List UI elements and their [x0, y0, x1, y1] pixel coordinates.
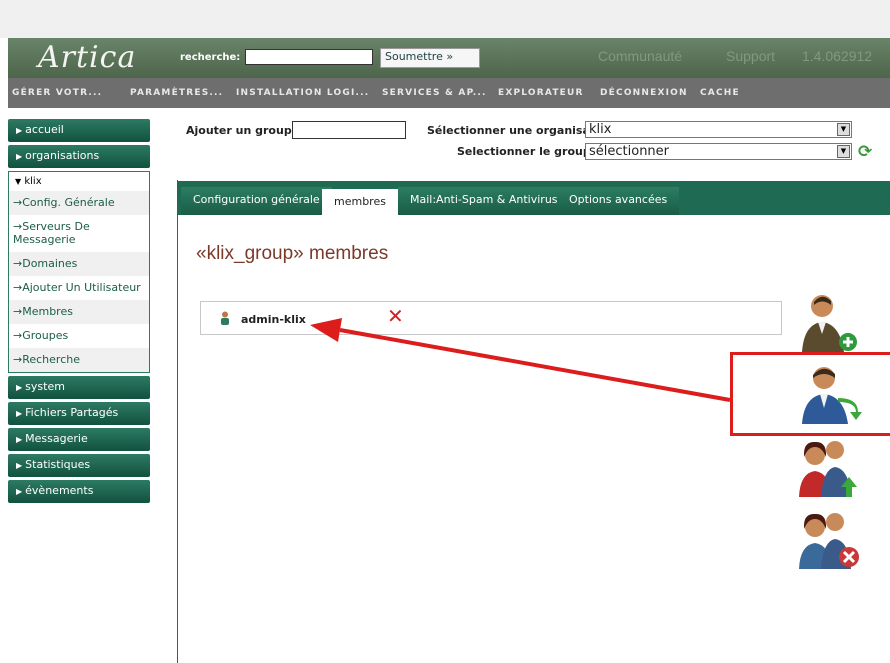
nav-install[interactable]: INSTALLATION LOGI...	[236, 88, 369, 98]
search-input[interactable]	[245, 49, 373, 65]
chevron-down-icon: ▼	[837, 145, 850, 158]
member-name[interactable]: admin-klix	[241, 313, 306, 326]
subitem-label: Membres	[22, 305, 73, 318]
subitem-label: Groupes	[22, 329, 69, 342]
sidebar-subitem-domains[interactable]: →Domaines	[9, 252, 149, 276]
highlight-box	[730, 352, 890, 436]
main-nav: GÉRER VOTR... PARAMÈTRES... INSTALLATION…	[8, 78, 890, 108]
nav-services[interactable]: SERVICES & AP...	[382, 88, 487, 98]
triangle-right-icon: ▶	[16, 487, 23, 496]
sidebar-item-system[interactable]: ▶ system	[8, 376, 150, 399]
nav-settings[interactable]: PARAMÈTRES...	[130, 88, 223, 98]
triangle-down-icon: ▼	[15, 177, 22, 186]
org-submenu-header[interactable]: ▼ klix	[9, 172, 149, 191]
sidebar-item-label: accueil	[25, 123, 64, 136]
nav-explorer[interactable]: EXPLORATEUR	[498, 88, 584, 98]
add-group-label: Ajouter un groupe:	[186, 124, 304, 137]
group-import-icon[interactable]	[797, 435, 863, 499]
organisation-select[interactable]: klix ▼	[585, 121, 852, 138]
tab-advanced-options[interactable]: Options avancées	[557, 187, 680, 215]
select-group-label: Selectionner le groupe:	[457, 145, 603, 158]
sidebar-subitem-config[interactable]: →Config. Générale	[9, 191, 149, 215]
sidebar-item-messaging[interactable]: ▶ Messagerie	[8, 428, 150, 451]
triangle-right-icon: ▶	[16, 383, 23, 392]
nav-logout[interactable]: DÉCONNEXION	[600, 88, 688, 98]
group-select[interactable]: sélectionner ▼	[585, 143, 852, 160]
support-link[interactable]: Support	[726, 48, 775, 64]
sidebar-item-label: Messagerie	[25, 432, 88, 445]
sidebar-subitem-mail-servers[interactable]: →Serveurs De Messagerie	[9, 215, 149, 252]
organisation-select-value: klix	[589, 122, 612, 137]
subitem-label: Ajouter Un Utilisateur	[22, 281, 141, 294]
version-label: 1.4.062912	[802, 48, 873, 64]
delete-group-icon[interactable]	[797, 507, 863, 571]
triangle-right-icon: ▶	[16, 461, 23, 470]
content-border	[177, 180, 178, 663]
tab-members[interactable]: membres	[322, 189, 398, 215]
sidebar-subitem-groups[interactable]: →Groupes	[9, 324, 149, 348]
sidebar-item-organisations[interactable]: ▶ organisations	[8, 145, 150, 168]
tab-general-config[interactable]: Configuration générale	[181, 187, 332, 215]
app-header: Artica recherche: Soumettre » Communauté…	[8, 38, 890, 78]
refresh-icon[interactable]: ⟳	[858, 143, 878, 161]
add-group-input[interactable]	[292, 121, 406, 139]
sidebar-item-accueil[interactable]: ▶ accueil	[8, 119, 150, 142]
sidebar-item-statistics[interactable]: ▶ Statistiques	[8, 454, 150, 477]
chevron-down-icon: ▼	[837, 123, 850, 136]
subitem-label: Serveurs De Messagerie	[13, 220, 90, 246]
group-select-value: sélectionner	[589, 144, 670, 159]
triangle-right-icon: ▶	[16, 409, 23, 418]
sidebar: ▶ accueil ▶ organisations ▼ klix →Config. …	[8, 119, 150, 506]
sidebar-item-label: organisations	[25, 149, 100, 162]
sidebar-item-label: Statistiques	[25, 458, 91, 471]
triangle-right-icon: ▶	[16, 152, 23, 161]
nav-cache[interactable]: CACHE	[700, 88, 740, 98]
delete-icon[interactable]: ✕	[387, 304, 404, 328]
add-user-icon[interactable]	[798, 290, 862, 354]
sidebar-item-label: Fichiers Partagés	[25, 406, 119, 419]
sidebar-subitem-members[interactable]: →Membres	[9, 300, 149, 324]
member-row: admin-klix ✕	[200, 301, 782, 335]
tab-mail-antispam[interactable]: Mail:Anti-Spam & Antivirus	[398, 187, 570, 215]
submit-button[interactable]: Soumettre »	[380, 48, 480, 68]
sidebar-subitem-search[interactable]: →Recherche	[9, 348, 149, 372]
subitem-label: Recherche	[22, 353, 80, 366]
nav-manage[interactable]: GÉRER VOTR...	[12, 88, 102, 98]
page-title: «klix_group» membres	[196, 243, 389, 264]
search-label: recherche:	[180, 52, 241, 63]
subitem-label: Config. Générale	[22, 196, 115, 209]
artica-logo[interactable]: Artica	[38, 40, 136, 75]
top-blank-area	[0, 0, 890, 38]
tab-bar: Configuration générale membres Mail:Anti…	[177, 181, 890, 215]
org-submenu: ▼ klix →Config. Générale →Serveurs De Me…	[8, 171, 150, 373]
user-icon	[221, 311, 229, 325]
community-link[interactable]: Communauté	[598, 48, 682, 64]
subitem-label: Domaines	[22, 257, 78, 270]
sidebar-item-shared-files[interactable]: ▶ Fichiers Partagés	[8, 402, 150, 425]
sidebar-item-label: system	[25, 380, 65, 393]
triangle-right-icon: ▶	[16, 126, 23, 135]
org-name: klix	[24, 176, 42, 187]
sidebar-item-events[interactable]: ▶ évènements	[8, 480, 150, 503]
triangle-right-icon: ▶	[16, 435, 23, 444]
sidebar-subitem-add-user[interactable]: →Ajouter Un Utilisateur	[9, 276, 149, 300]
sidebar-item-label: évènements	[25, 484, 94, 497]
